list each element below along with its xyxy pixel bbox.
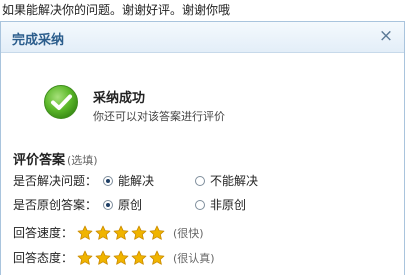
solved-question-label: 是否解决问题： bbox=[13, 174, 98, 188]
star-icon[interactable] bbox=[113, 250, 129, 266]
success-message: 采纳成功 你还可以对该答案进行评价 bbox=[43, 84, 383, 128]
star-icon[interactable] bbox=[95, 225, 111, 241]
radio-solved-yes[interactable]: 能解决 bbox=[103, 172, 154, 189]
star-icon[interactable] bbox=[131, 250, 147, 266]
original-question-label: 是否原创答案： bbox=[13, 198, 98, 212]
radio-indicator[interactable] bbox=[103, 199, 113, 210]
star-icon[interactable] bbox=[77, 225, 93, 241]
accept-answer-dialog: 完成采纳 × 采纳成功 你还可以对该答案进行评价 评价答案 (选填) 是否解决问题… bbox=[0, 21, 405, 275]
attitude-stars bbox=[77, 250, 167, 266]
star-icon[interactable] bbox=[77, 250, 93, 266]
star-icon[interactable] bbox=[113, 225, 129, 241]
speed-rating-row: 回答速度： (很快) bbox=[13, 224, 204, 241]
radio-label: 非原创 bbox=[210, 198, 247, 212]
attitude-rating-note: (很认真) bbox=[173, 251, 215, 265]
close-icon[interactable]: × bbox=[378, 27, 394, 45]
optional-label: (选填) bbox=[67, 154, 98, 167]
radio-indicator[interactable] bbox=[103, 175, 113, 186]
checkmark-icon bbox=[44, 85, 78, 119]
dialog-title: 完成采纳 bbox=[12, 33, 65, 48]
attitude-rating-row: 回答态度： (很认真) bbox=[13, 249, 215, 266]
star-icon[interactable] bbox=[131, 225, 147, 241]
dialog-header: 完成采纳 × bbox=[1, 22, 404, 53]
evaluation-heading: 评价答案 (选填) bbox=[13, 149, 98, 168]
attitude-rating-label: 回答态度： bbox=[13, 251, 74, 265]
radio-solved-no[interactable]: 不能解决 bbox=[195, 172, 258, 189]
success-subtitle: 你还可以对该答案进行评价 bbox=[93, 110, 225, 123]
radio-original-no[interactable]: 非原创 bbox=[195, 196, 246, 213]
radio-indicator[interactable] bbox=[195, 175, 205, 186]
speed-rating-label: 回答速度： bbox=[13, 226, 74, 240]
radio-label: 能解决 bbox=[118, 174, 155, 188]
top-message: 如果能解决你的问题。谢谢好评。谢谢你哦 bbox=[2, 3, 231, 17]
radio-indicator[interactable] bbox=[195, 199, 205, 210]
star-icon[interactable] bbox=[95, 250, 111, 266]
speed-stars bbox=[77, 225, 167, 241]
success-title: 采纳成功 bbox=[93, 91, 146, 106]
star-icon[interactable] bbox=[149, 225, 165, 241]
evaluation-title: 评价答案 bbox=[13, 153, 66, 168]
radio-label: 不能解决 bbox=[210, 174, 259, 188]
radio-label: 原创 bbox=[118, 198, 143, 212]
speed-rating-note: (很快) bbox=[173, 226, 204, 240]
radio-original-yes[interactable]: 原创 bbox=[103, 196, 142, 213]
star-icon[interactable] bbox=[149, 250, 165, 266]
